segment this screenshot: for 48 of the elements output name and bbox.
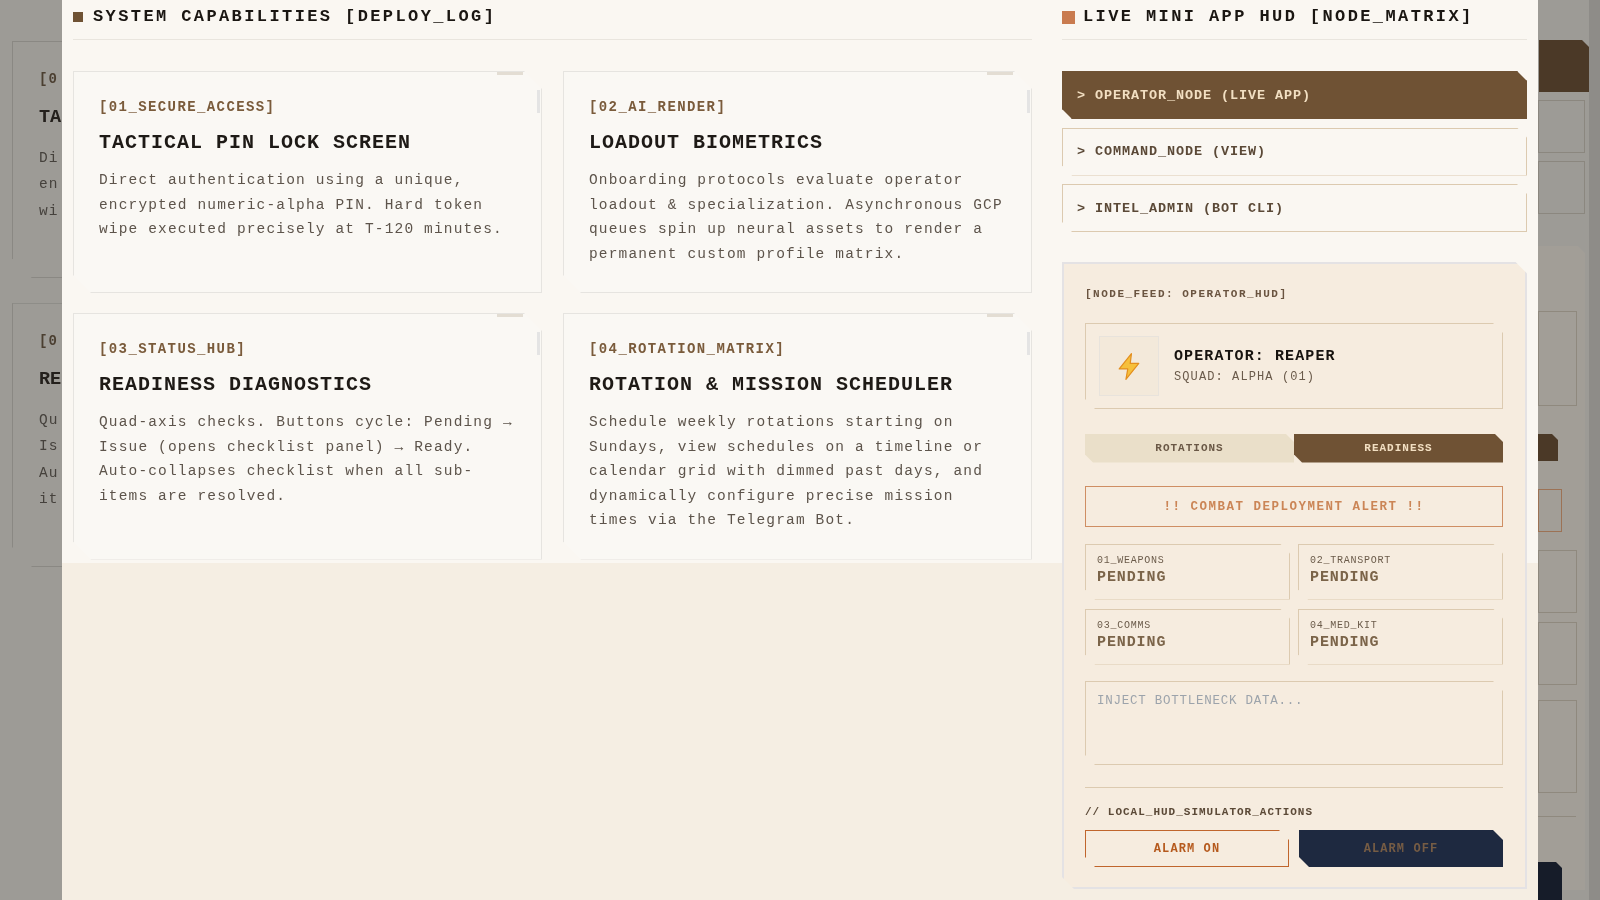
data-input-field[interactable]: INJECT BOTTLENECK DATA... xyxy=(1085,681,1503,765)
faded-card-text: wi xyxy=(39,201,60,221)
square-marker-icon xyxy=(1062,10,1075,24)
faded-card-text: Is xyxy=(39,437,60,457)
view-tab[interactable]: ROTATIONS xyxy=(1085,434,1294,463)
status-label: 01_WEAPONS xyxy=(1097,553,1166,568)
lightning-icon xyxy=(1099,336,1159,396)
card-tag: [01_SECURE_ACCESS] xyxy=(99,97,517,117)
card-title: READINESS DIAGNOSTICS xyxy=(99,372,374,398)
status-value: PENDING xyxy=(1097,567,1168,588)
card-description: Onboarding protocols evaluate operator loadout & specialization. Asynchronous GCP queues spin up neural assets to render a permanent custom profile matrix. xyxy=(589,171,1004,264)
operator-squad: SQUAD: ALPHA (01) xyxy=(1174,369,1317,385)
faded-card-label: [0 xyxy=(39,332,60,352)
card-description: Schedule weekly rotations starting on Sundays, view schedules on a timeline or calendar grid with dimmed past days, and dynamically configure precise mission times via the Telegram Bot. xyxy=(589,413,985,530)
card-title: LOADOUT BIOMETRICS xyxy=(589,130,825,156)
view-tab[interactable]: READINESS xyxy=(1294,434,1503,463)
alert-banner: !! COMBAT DEPLOYMENT ALERT !! xyxy=(1085,486,1503,527)
actions-label: // LOCAL_HUD_SIMULATOR_ACTIONS xyxy=(1085,804,1315,820)
status-value: PENDING xyxy=(1097,632,1168,653)
node-tab[interactable]: > INTEL_ADMIN (BOT CLI) xyxy=(1062,184,1527,232)
faded-card-title: TA xyxy=(39,105,62,130)
operator-name: OPERATOR: REAPER xyxy=(1174,347,1336,367)
section-title: SYSTEM CAPABILITIES [DEPLOY_LOG] xyxy=(93,6,497,28)
faded-card-text: en xyxy=(39,175,60,195)
square-marker-icon xyxy=(73,12,83,22)
card-title: ROTATION & MISSION SCHEDULER xyxy=(589,372,955,398)
node-tab[interactable]: > COMMAND_NODE (VIEW) xyxy=(1062,127,1527,176)
faded-card-title: RE xyxy=(39,367,62,392)
section-title: LIVE MINI APP HUD [NODE_MATRIX] xyxy=(1083,6,1474,28)
faded-card-text: Di xyxy=(39,148,60,168)
card-title: TACTICAL PIN LOCK SCREEN xyxy=(99,130,413,156)
faded-card-text: Au xyxy=(39,463,60,483)
faded-card-text: it xyxy=(39,490,60,510)
card-description: Quad-axis checks. Buttons cycle: Pending → Issue (opens checklist panel) → Ready. Auto-collapses checklist when all sub-items are resolved. xyxy=(99,413,514,506)
status-label: 03_COMMS xyxy=(1097,618,1152,633)
alarm-button[interactable]: ALARM ON xyxy=(1085,830,1289,867)
status-value: PENDING xyxy=(1310,632,1381,653)
card-description: Direct authentication using a unique, encrypted numeric-alpha PIN. Hard token wipe executed precisely at T-120 minutes. xyxy=(99,171,504,239)
status-label: 04_MED_KIT xyxy=(1310,618,1379,633)
status-label: 02_TRANSPORT xyxy=(1310,553,1392,568)
card-tag: [04_ROTATION_MATRIX] xyxy=(589,339,1007,359)
feed-label: [NODE_FEED: OPERATOR_HUD] xyxy=(1085,286,1289,302)
status-value: PENDING xyxy=(1310,567,1381,588)
faded-card-label: [0 xyxy=(39,70,60,89)
node-tab[interactable]: > OPERATOR_NODE (LIVE APP) xyxy=(1062,71,1527,119)
card-tag: [03_STATUS_HUB] xyxy=(99,339,517,359)
card-tag: [02_AI_RENDER] xyxy=(589,97,1007,117)
faded-card-text: Qu xyxy=(39,410,60,430)
